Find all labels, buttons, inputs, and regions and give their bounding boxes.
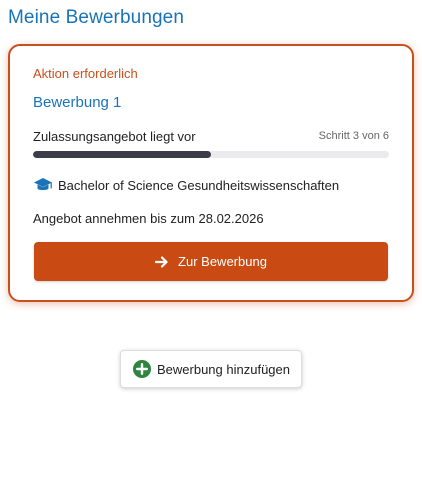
progress-bar-fill <box>33 151 211 158</box>
deadline-prefix: Angebot annehmen <box>33 211 147 226</box>
arrow-right-icon <box>155 255 168 268</box>
add-application-button-label: Bewerbung hinzufügen <box>157 361 290 377</box>
page-title: Meine Bewerbungen <box>8 7 184 28</box>
application-card: Aktion erforderlich Bewerbung 1 Zulassun… <box>8 44 414 302</box>
graduation-cap-icon <box>34 178 52 190</box>
degree-row: Bachelor of Science Gesundheitswissensch… <box>33 176 339 194</box>
step-indicator: Schritt 3 von 6 <box>318 130 389 142</box>
deadline-text: Angebot annehmen bis zum 28.02.2026 <box>33 211 264 226</box>
add-application-button[interactable]: Bewerbung hinzufügen <box>120 350 302 388</box>
open-application-button[interactable]: Zur Bewerbung <box>34 242 388 281</box>
open-application-button-label: Zur Bewerbung <box>178 254 267 269</box>
status-text: Zulassungsangebot liegt vor <box>33 129 196 144</box>
action-required-label: Aktion erforderlich <box>33 66 138 81</box>
deadline-date: bis zum 28.02.2026 <box>150 211 264 226</box>
status-row: Zulassungsangebot liegt vor Schritt 3 vo… <box>33 129 389 147</box>
progress-bar <box>33 151 389 158</box>
application-name[interactable]: Bewerbung 1 <box>33 94 121 111</box>
plus-circle-icon <box>133 360 151 378</box>
degree-name: Bachelor of Science Gesundheitswissensch… <box>58 177 340 193</box>
